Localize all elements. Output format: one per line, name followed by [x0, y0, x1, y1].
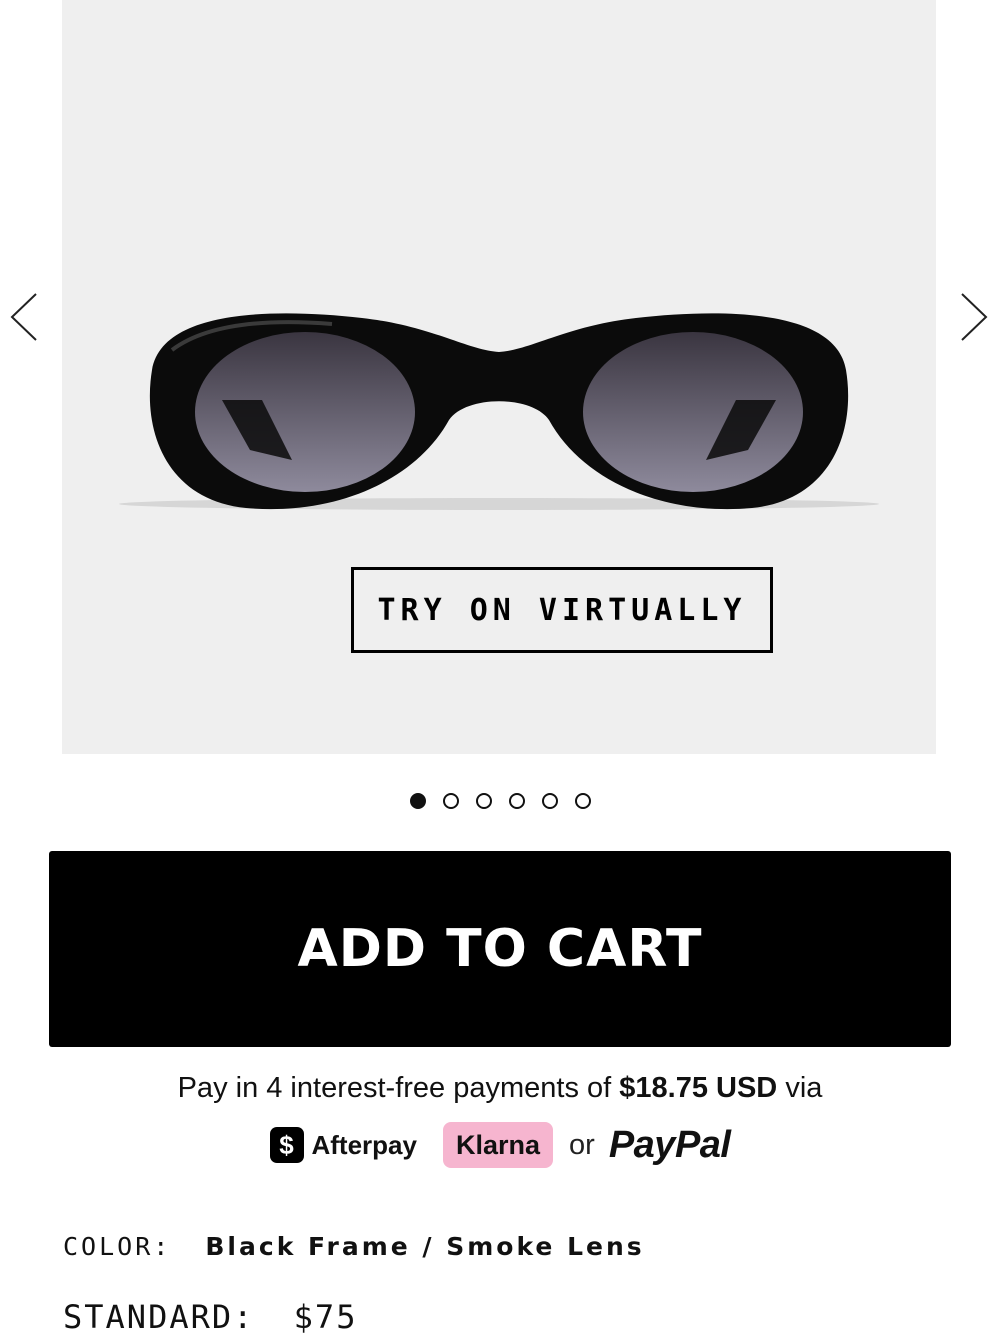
carousel-dot[interactable] [574, 793, 591, 809]
or-label: or [569, 1128, 595, 1161]
klarna-badge[interactable]: Klarna [442, 1122, 554, 1168]
payment-providers: $ Afterpay Klarna or PayPal [0, 1120, 1000, 1170]
color-value: Black Frame / Smoke Lens [205, 1232, 645, 1261]
afterpay-link[interactable]: $ Afterpay [269, 1127, 417, 1163]
afterpay-icon: $ [269, 1127, 304, 1163]
installment-amount: $18.75 USD [619, 1072, 778, 1104]
installment-suffix: via [785, 1072, 823, 1104]
chevron-left-icon[interactable] [8, 290, 38, 344]
afterpay-label: Afterpay [311, 1129, 417, 1160]
carousel-dot[interactable] [541, 793, 558, 809]
installment-prefix: Pay in 4 interest-free payments of [177, 1072, 612, 1104]
standard-price-info: STANDARD: $75 [63, 1298, 357, 1336]
installment-info: Pay in 4 interest-free payments of $18.7… [0, 1072, 1000, 1105]
sunglasses-image [119, 313, 879, 510]
carousel-dot[interactable] [508, 793, 525, 809]
carousel-dot[interactable] [475, 793, 492, 809]
color-label: COLOR: [63, 1232, 172, 1261]
try-on-virtually-button[interactable]: TRY ON VIRTUALLY [351, 567, 773, 653]
color-info: COLOR: Black Frame / Smoke Lens [63, 1232, 645, 1261]
standard-price: $75 [293, 1298, 358, 1336]
add-to-cart-button[interactable]: ADD TO CART [49, 851, 951, 1047]
product-gallery: TRY ON VIRTUALLY [62, 0, 936, 754]
paypal-logo[interactable]: PayPal [609, 1124, 731, 1167]
carousel-dots [0, 793, 1000, 809]
standard-label: STANDARD: [63, 1298, 255, 1336]
carousel-dot[interactable] [409, 793, 426, 809]
carousel-dot[interactable] [442, 793, 459, 809]
chevron-right-icon[interactable] [960, 290, 990, 344]
